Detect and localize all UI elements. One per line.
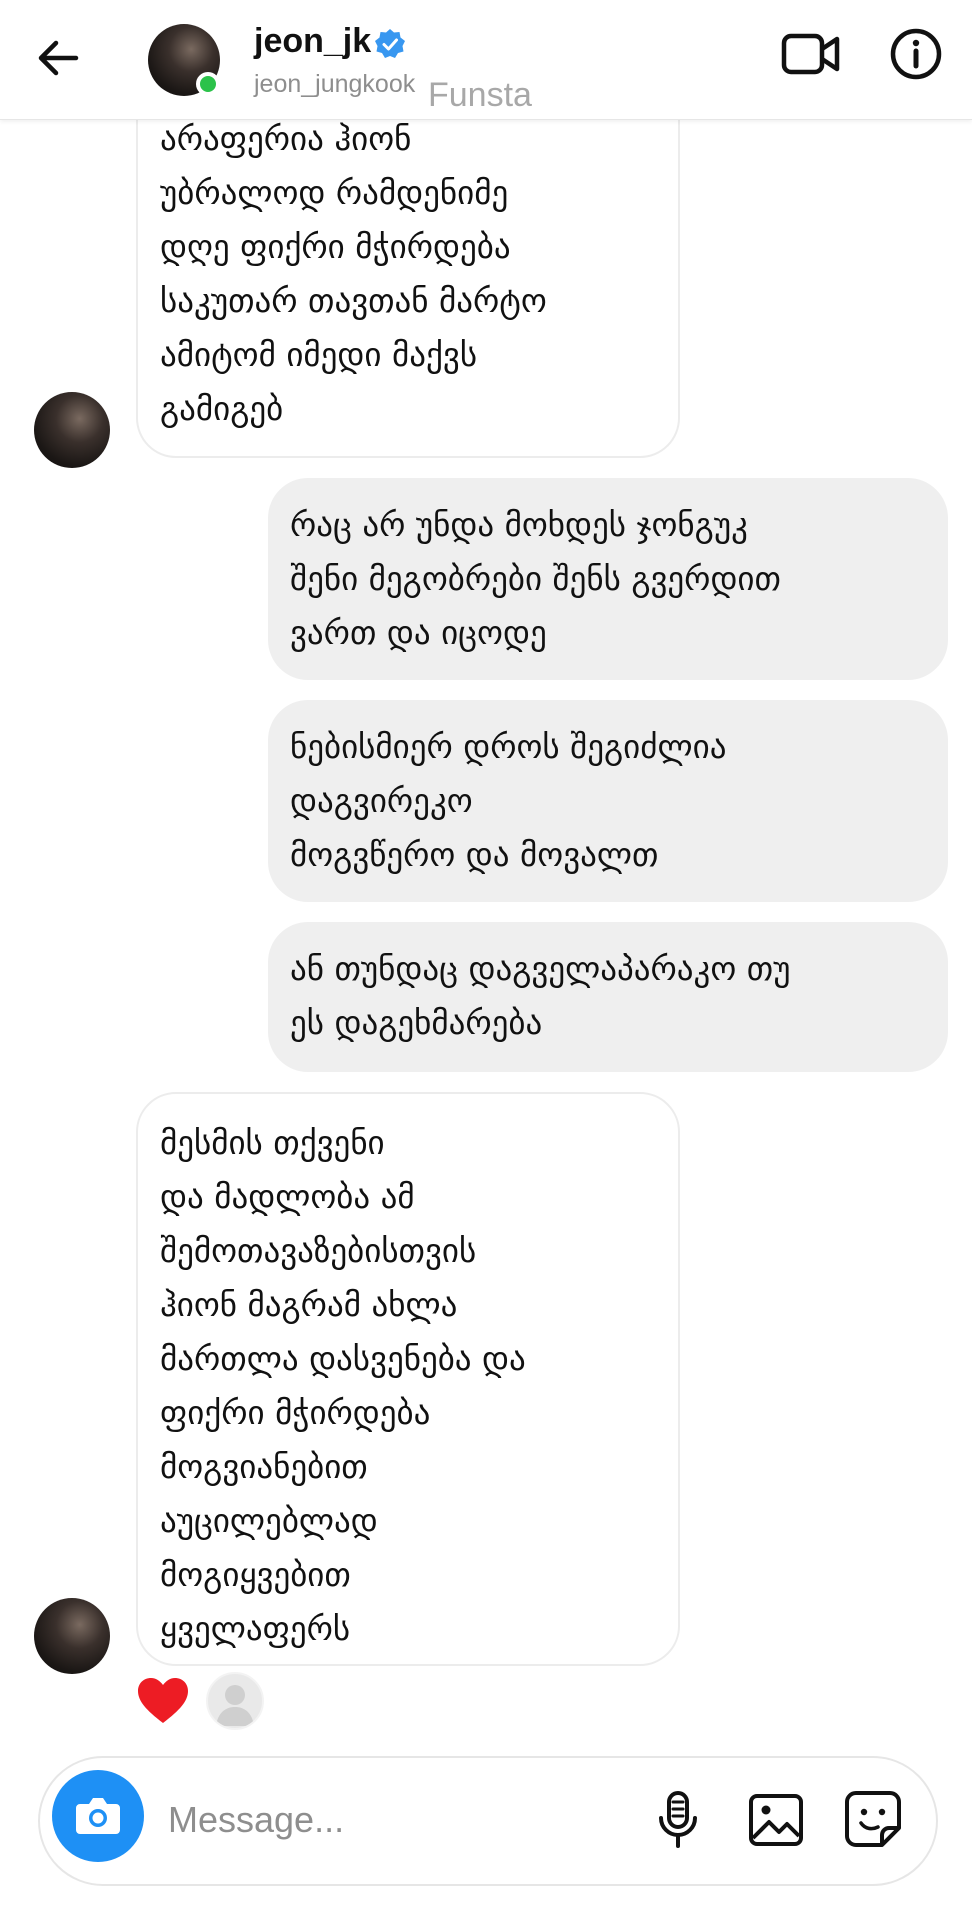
sticker-button[interactable] bbox=[842, 1788, 904, 1850]
gallery-button[interactable] bbox=[746, 1790, 806, 1850]
received-message-bubble[interactable]: არაფერია ჰიონ უბრალოდ რამდენიმე დღე ფიქრ… bbox=[136, 100, 680, 458]
message-line: ვართ და იცოდე bbox=[290, 613, 547, 652]
message-line: ამიტომ იმედი მაქვს bbox=[160, 335, 478, 374]
message-line: შემოთავაზებისთვის bbox=[160, 1231, 477, 1270]
message-line: ნებისმიერ დროს შეგიძლია bbox=[290, 727, 727, 766]
message-input[interactable] bbox=[168, 1790, 628, 1850]
info-button[interactable] bbox=[888, 26, 944, 82]
sent-message-bubble[interactable]: რაც არ უნდა მოხდეს ჯონგუკ შენი მეგობრები… bbox=[268, 478, 948, 680]
message-line: ფიქრი მჭირდება bbox=[160, 1393, 431, 1432]
message-line: მოგვიანებით bbox=[160, 1447, 368, 1486]
message-line: ეს დაგეხმარება bbox=[290, 1003, 543, 1042]
microphone-icon bbox=[659, 1791, 697, 1848]
profile-name[interactable]: jeon_jk bbox=[254, 22, 371, 61]
message-line: აუცილებლად bbox=[160, 1501, 378, 1540]
message-line: უბრალოდ რამდენიმე bbox=[160, 173, 509, 212]
profile-handle: jeon_jungkook bbox=[254, 70, 416, 98]
message-line: არაფერია ჰიონ bbox=[160, 119, 412, 158]
verified-badge-icon bbox=[374, 28, 406, 60]
sent-message-bubble[interactable]: ან თუნდაც დაგველაპარაკო თუ ეს დაგეხმარებ… bbox=[268, 922, 948, 1072]
watermark-text: Funsta bbox=[428, 76, 532, 114]
reactor-avatar[interactable] bbox=[206, 1672, 264, 1730]
message-line: გამიგებ bbox=[160, 389, 284, 428]
message-line: დაგვირეკო bbox=[290, 781, 473, 820]
video-call-button[interactable] bbox=[780, 26, 842, 82]
message-line: საკუთარ თავთან მარტო bbox=[160, 281, 547, 320]
back-button[interactable] bbox=[30, 30, 86, 86]
microphone-button[interactable] bbox=[650, 1790, 706, 1850]
sender-avatar[interactable] bbox=[34, 1598, 110, 1674]
message-line: მოგიყვებით bbox=[160, 1555, 351, 1594]
video-call-icon bbox=[781, 33, 840, 75]
message-line: შენი მეგობრები შენს გვერდით bbox=[290, 559, 781, 598]
message-line: ან თუნდაც დაგველაპარაკო თუ bbox=[290, 949, 791, 988]
message-line: მესმის თქვენი bbox=[160, 1123, 385, 1162]
message-line: მოგვწერო და მოვალთ bbox=[290, 835, 659, 874]
sticker-icon bbox=[845, 1791, 901, 1847]
gallery-icon bbox=[749, 1794, 803, 1846]
camera-button[interactable] bbox=[52, 1770, 144, 1862]
message-line: მართლა დასვენება და bbox=[160, 1339, 526, 1378]
message-line: და მადლობა ამ bbox=[160, 1177, 415, 1216]
message-line: ყველაფერს bbox=[160, 1609, 351, 1648]
message-line: ჰიონ მაგრამ ახლა bbox=[160, 1285, 458, 1324]
camera-icon bbox=[76, 1798, 120, 1834]
message-line: რაც არ უნდა მოხდეს ჯონგუკ bbox=[290, 505, 748, 544]
info-icon bbox=[890, 28, 942, 80]
online-status-dot bbox=[196, 72, 220, 96]
back-arrow-icon bbox=[38, 40, 79, 76]
message-line: დღე ფიქრი მჭირდება bbox=[160, 227, 511, 266]
default-user-icon bbox=[216, 1685, 254, 1726]
sender-avatar[interactable] bbox=[34, 392, 110, 468]
chat-header: jeon_jk jeon_jungkook Funsta bbox=[0, 0, 972, 120]
sent-message-bubble[interactable]: ნებისმიერ დროს შეგიძლია დაგვირეკო მოგვწე… bbox=[268, 700, 948, 902]
received-message-bubble[interactable]: მესმის თქვენი და მადლობა ამ შემოთავაზები… bbox=[136, 1092, 680, 1666]
heart-icon[interactable] bbox=[136, 1676, 190, 1726]
